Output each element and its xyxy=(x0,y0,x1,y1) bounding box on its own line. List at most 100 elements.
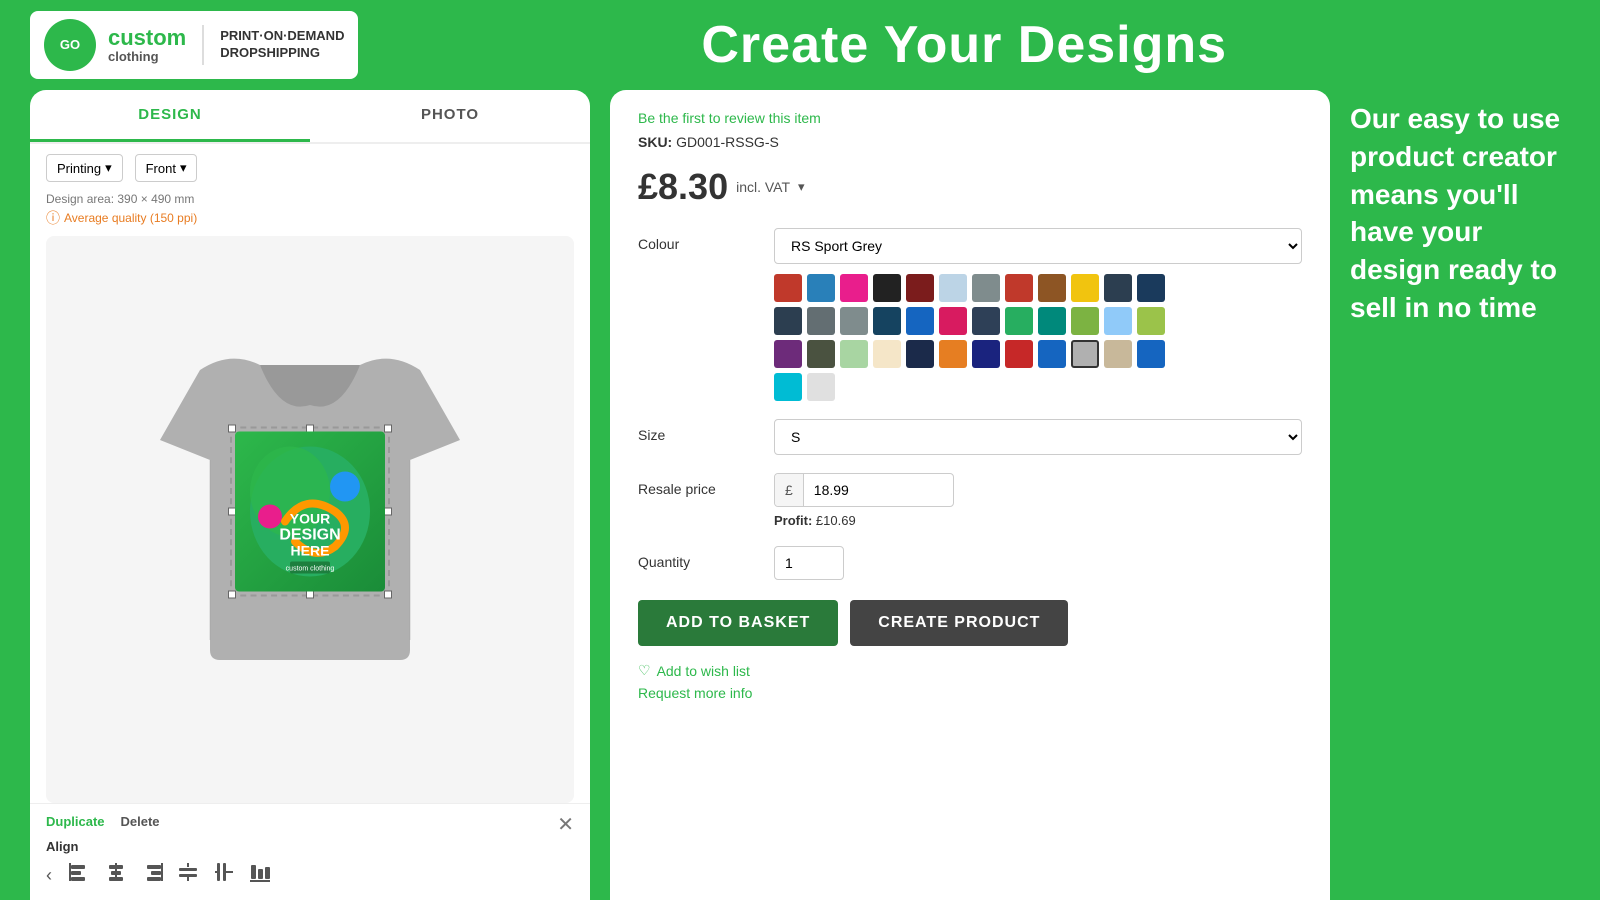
design-placeholder: YOUR DESIGN HERE custom clothing xyxy=(235,431,385,591)
align-label: Align xyxy=(46,839,574,854)
quantity-input[interactable] xyxy=(774,546,844,580)
color-swatch[interactable] xyxy=(1137,340,1165,368)
svg-text:HERE: HERE xyxy=(291,542,330,558)
colour-label: Colour xyxy=(638,228,758,252)
align-left-button[interactable] xyxy=(68,860,92,890)
heart-icon: ♡ xyxy=(638,662,651,679)
color-swatch[interactable] xyxy=(972,340,1000,368)
resale-price-input[interactable] xyxy=(804,474,924,506)
color-swatch[interactable] xyxy=(807,274,835,302)
align-right-button[interactable] xyxy=(140,860,164,890)
center-panel: Be the first to review this item SKU: GD… xyxy=(610,90,1330,900)
left-panel: DESIGN PHOTO Printing ▾ Front ▾ Design a… xyxy=(30,90,590,900)
price-vat: incl. VAT xyxy=(736,179,790,195)
color-swatch[interactable] xyxy=(807,373,835,401)
tab-photo[interactable]: PHOTO xyxy=(310,90,590,142)
duplicate-button[interactable]: Duplicate xyxy=(46,814,105,829)
brand-sub: clothing xyxy=(108,50,186,64)
color-swatch[interactable] xyxy=(1038,307,1066,335)
chevron-down-icon: ▾ xyxy=(105,160,112,176)
quantity-label: Quantity xyxy=(638,546,758,570)
printing-dropdown[interactable]: Printing ▾ xyxy=(46,154,123,182)
color-swatch[interactable] xyxy=(807,340,835,368)
color-swatch[interactable] xyxy=(972,307,1000,335)
color-swatch[interactable] xyxy=(939,340,967,368)
color-swatch[interactable] xyxy=(972,274,1000,302)
color-swatch[interactable] xyxy=(774,274,802,302)
svg-text:DESIGN: DESIGN xyxy=(279,526,340,543)
color-swatch[interactable] xyxy=(873,340,901,368)
align-distribute-v-button[interactable] xyxy=(176,860,200,890)
design-overlay[interactable]: YOUR DESIGN HERE custom clothing xyxy=(230,426,390,596)
tab-design[interactable]: DESIGN xyxy=(30,90,310,142)
quantity-row: Quantity xyxy=(638,546,1302,580)
tab-bar: DESIGN PHOTO xyxy=(30,90,590,144)
bottom-toolbar: Duplicate Delete ✕ Align ‹ xyxy=(30,803,590,900)
color-swatch[interactable] xyxy=(939,307,967,335)
color-swatch[interactable] xyxy=(1005,307,1033,335)
color-swatch[interactable] xyxy=(873,274,901,302)
tshirt-preview: YOUR DESIGN HERE custom clothing xyxy=(46,236,574,803)
front-dropdown[interactable]: Front ▾ xyxy=(135,154,198,182)
color-swatch[interactable] xyxy=(1005,340,1033,368)
svg-text:custom clothing: custom clothing xyxy=(286,565,335,572)
color-swatch[interactable] xyxy=(774,340,802,368)
right-panel: Our easy to use product creator means yo… xyxy=(1350,90,1570,900)
request-info-link[interactable]: Request more info xyxy=(638,685,752,701)
price-main: £8.30 xyxy=(638,166,728,208)
resale-price-row: Resale price £ Profit: £10.69 xyxy=(638,473,1302,528)
size-select[interactable]: XS S M L XL 2XL 3XL xyxy=(774,419,1302,455)
color-swatch[interactable] xyxy=(1038,274,1066,302)
colour-select[interactable]: RS Sport Grey White Black Navy Red Royal… xyxy=(774,228,1302,264)
align-icons: ‹ xyxy=(46,860,574,890)
color-swatch[interactable] xyxy=(840,307,868,335)
color-swatch[interactable] xyxy=(840,274,868,302)
sku-label: SKU: xyxy=(638,134,672,150)
color-swatches xyxy=(774,274,1174,401)
close-button[interactable]: ✕ xyxy=(557,815,574,835)
color-swatch[interactable] xyxy=(1137,307,1165,335)
sku-row: SKU: GD001-RSSG-S xyxy=(638,134,1302,150)
color-swatch[interactable] xyxy=(906,340,934,368)
wishlist-row[interactable]: ♡ Add to wish list xyxy=(638,662,1302,679)
colour-control: RS Sport Grey White Black Navy Red Royal… xyxy=(774,228,1302,401)
color-swatch[interactable] xyxy=(1038,340,1066,368)
color-swatch[interactable] xyxy=(1071,307,1099,335)
color-swatch[interactable] xyxy=(1005,274,1033,302)
color-swatch[interactable] xyxy=(906,274,934,302)
color-swatch[interactable] xyxy=(906,307,934,335)
color-swatch[interactable] xyxy=(1071,274,1099,302)
vat-dropdown[interactable]: ▾ xyxy=(798,179,805,195)
align-distribute-h-button[interactable] xyxy=(212,860,236,890)
color-swatch[interactable] xyxy=(1137,274,1165,302)
delete-button[interactable]: Delete xyxy=(121,814,160,829)
color-swatch[interactable] xyxy=(1104,274,1132,302)
colour-row: Colour RS Sport Grey White Black Navy Re… xyxy=(638,228,1302,401)
add-to-basket-button[interactable]: ADD TO BASKET xyxy=(638,600,838,646)
color-swatch[interactable] xyxy=(873,307,901,335)
price-symbol: £ xyxy=(775,474,804,506)
align-bottom-button[interactable] xyxy=(248,860,272,890)
design-toolbar: Printing ▾ Front ▾ xyxy=(30,144,590,192)
color-swatch[interactable] xyxy=(1104,307,1132,335)
align-section: Align ‹ xyxy=(46,839,574,890)
nav-left-arrow[interactable]: ‹ xyxy=(46,865,52,886)
logo-tagline: PRINT·ON·DEMAND DROPSHIPPING xyxy=(220,28,344,62)
sku-value: GD001-RSSG-S xyxy=(676,134,779,150)
warning-icon: ⓘ xyxy=(46,208,60,228)
resale-control: £ Profit: £10.69 xyxy=(774,473,1302,528)
create-product-button[interactable]: CREATE PRODUCT xyxy=(850,600,1068,646)
color-swatch[interactable] xyxy=(774,307,802,335)
resale-label: Resale price xyxy=(638,473,758,497)
color-swatch[interactable] xyxy=(840,340,868,368)
color-swatch[interactable] xyxy=(774,373,802,401)
design-area-info: Design area: 390 × 490 mm xyxy=(30,192,590,206)
color-swatch[interactable] xyxy=(1104,340,1132,368)
logo-brand-text: customclothing xyxy=(108,26,186,64)
align-center-h-button[interactable] xyxy=(104,860,128,890)
color-swatch[interactable] xyxy=(939,274,967,302)
color-swatch-selected[interactable] xyxy=(1071,340,1099,368)
review-link[interactable]: Be the first to review this item xyxy=(638,110,1302,126)
color-swatch[interactable] xyxy=(807,307,835,335)
page-title: Create Your Designs xyxy=(358,15,1570,75)
